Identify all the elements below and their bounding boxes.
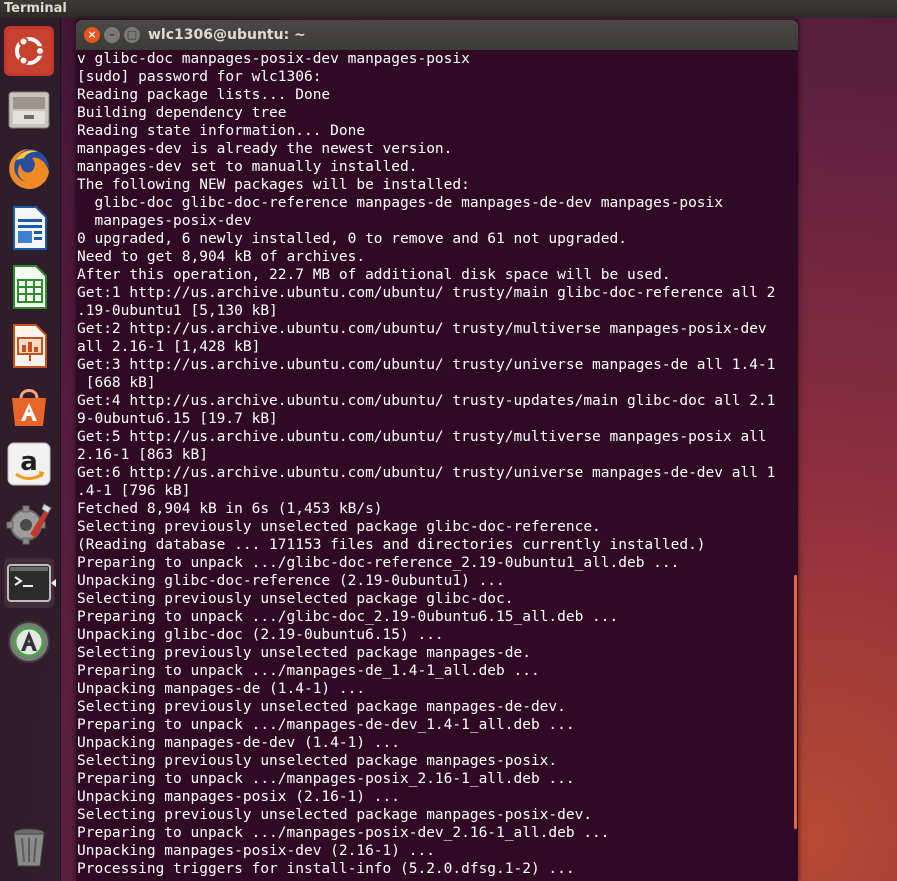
terminal-line: Preparing to unpack .../manpages-de_1.4-… bbox=[77, 663, 540, 679]
terminal-line: Preparing to unpack .../manpages-de-dev_… bbox=[77, 717, 575, 733]
files-icon bbox=[8, 91, 50, 129]
terminal-line: Get:4 http://us.archive.ubuntu.com/ubunt… bbox=[77, 393, 776, 409]
terminal-line: 9-0ubuntu6.15 [19.7 kB] bbox=[77, 411, 278, 427]
maximize-button[interactable]: □ bbox=[124, 27, 140, 43]
launcher-item-impress[interactable] bbox=[4, 321, 54, 371]
launcher-item-dash[interactable] bbox=[4, 26, 54, 76]
launcher-item-writer[interactable] bbox=[4, 203, 54, 253]
terminal-line: 2.16-1 [863 kB] bbox=[77, 447, 208, 463]
terminal-line: Preparing to unpack .../manpages-posix-d… bbox=[77, 825, 610, 841]
trash-icon bbox=[13, 828, 45, 867]
software-updater-icon bbox=[8, 621, 50, 663]
terminal-line: Selecting previously unselected package … bbox=[77, 807, 593, 823]
running-indicator bbox=[51, 579, 56, 587]
terminal-line: Preparing to unpack .../glibc-doc_2.19-0… bbox=[77, 609, 619, 625]
terminal-line: Unpacking manpages-de (1.4-1) ... bbox=[77, 681, 366, 697]
terminal-scrollbar[interactable] bbox=[794, 575, 797, 829]
terminal-line: Reading state information... Done bbox=[77, 123, 366, 139]
minimize-button[interactable]: – bbox=[104, 27, 120, 43]
terminal-line: manpages-posix-dev bbox=[77, 213, 252, 229]
launcher-item-trash[interactable] bbox=[4, 822, 54, 872]
terminal-line: Selecting previously unselected package … bbox=[77, 519, 601, 535]
terminal-line: Unpacking glibc-doc (2.19-0ubuntu6.15) .… bbox=[77, 627, 444, 643]
terminal-window[interactable]: × – □ wlc1306@ubuntu: ~ v glibc-doc manp… bbox=[76, 20, 798, 881]
close-button[interactable]: × bbox=[84, 27, 100, 43]
launcher-item-firefox[interactable] bbox=[4, 144, 54, 194]
terminal-line: manpages-dev set to manually installed. bbox=[77, 159, 418, 175]
terminal-line: Unpacking glibc-doc-reference (2.19-0ubu… bbox=[77, 573, 505, 589]
launcher-item-terminal[interactable] bbox=[4, 558, 56, 608]
terminal-line: Get:5 http://us.archive.ubuntu.com/ubunt… bbox=[77, 429, 767, 445]
terminal-line: Selecting previously unselected package … bbox=[77, 591, 514, 607]
terminal-line: Unpacking manpages-de-dev (1.4-1) ... bbox=[77, 735, 401, 751]
terminal-line: Preparing to unpack .../manpages-posix_2… bbox=[77, 771, 575, 787]
terminal-line: Selecting previously unselected package … bbox=[77, 645, 531, 661]
firefox-icon bbox=[9, 149, 49, 189]
terminal-line: manpages-dev is already the newest versi… bbox=[77, 141, 453, 157]
launcher-item-software-center[interactable] bbox=[4, 380, 54, 430]
terminal-line: [sudo] password for wlc1306: bbox=[77, 69, 322, 85]
terminal-line: Need to get 8,904 kB of archives. bbox=[77, 249, 366, 265]
terminal-line: glibc-doc glibc-doc-reference manpages-d… bbox=[77, 195, 724, 211]
terminal-line: all 2.16-1 [1,428 kB] bbox=[77, 339, 261, 355]
system-settings-icon bbox=[6, 503, 52, 545]
launcher-item-calc[interactable] bbox=[4, 262, 54, 312]
terminal-line: Reading package lists... Done bbox=[77, 87, 331, 103]
terminal-line: The following NEW packages will be insta… bbox=[77, 177, 470, 193]
top-panel: Terminal bbox=[0, 0, 897, 18]
launcher-item-software-updater[interactable] bbox=[4, 617, 54, 667]
svg-text:a: a bbox=[20, 447, 38, 477]
libreoffice-calc-icon bbox=[13, 265, 47, 309]
active-app-title: Terminal bbox=[4, 1, 67, 16]
terminal-line: Get:6 http://us.archive.ubuntu.com/ubunt… bbox=[77, 465, 776, 481]
window-title: wlc1306@ubuntu: ~ bbox=[148, 27, 306, 43]
terminal-line: Building dependency tree bbox=[77, 105, 287, 121]
terminal-line: [668 kB] bbox=[77, 375, 156, 391]
libreoffice-impress-icon bbox=[13, 324, 47, 368]
launcher: a bbox=[0, 18, 61, 881]
terminal-line: v glibc-doc manpages-posix-dev manpages-… bbox=[77, 51, 470, 67]
terminal-line: .19-0ubuntu1 [5,130 kB] bbox=[77, 303, 278, 319]
terminal-line: After this operation, 22.7 MB of additio… bbox=[77, 267, 671, 283]
terminal-output[interactable]: v glibc-doc manpages-posix-dev manpages-… bbox=[76, 50, 799, 881]
ubuntu-dash-icon bbox=[7, 29, 51, 73]
terminal-line: Unpacking manpages-posix (2.16-1) ... bbox=[77, 789, 401, 805]
terminal-line: Get:3 http://us.archive.ubuntu.com/ubunt… bbox=[77, 357, 776, 373]
launcher-item-amazon[interactable]: a bbox=[4, 439, 54, 489]
software-center-icon bbox=[12, 389, 46, 426]
terminal-line: Unpacking manpages-posix-dev (2.16-1) ..… bbox=[77, 843, 435, 859]
terminal-line: Selecting previously unselected package … bbox=[77, 699, 566, 715]
terminal-line: Preparing to unpack .../glibc-doc-refere… bbox=[77, 555, 680, 571]
terminal-line: .4-1 [796 kB] bbox=[77, 483, 191, 499]
launcher-item-files[interactable] bbox=[4, 85, 54, 135]
amazon-icon: a bbox=[7, 442, 51, 486]
terminal-line: Selecting previously unselected package … bbox=[77, 753, 558, 769]
terminal-icon bbox=[7, 564, 51, 602]
libreoffice-writer-icon bbox=[13, 206, 47, 250]
terminal-line: 0 upgraded, 6 newly installed, 0 to remo… bbox=[77, 231, 627, 247]
terminal-line: Fetched 8,904 kB in 6s (1,453 kB/s) bbox=[77, 501, 383, 517]
terminal-line: (Reading database ... 171153 files and d… bbox=[77, 537, 706, 553]
launcher-item-system-settings[interactable] bbox=[4, 498, 54, 548]
terminal-line: Get:2 http://us.archive.ubuntu.com/ubunt… bbox=[77, 321, 767, 337]
window-titlebar[interactable]: × – □ wlc1306@ubuntu: ~ bbox=[76, 20, 798, 50]
terminal-line: Processing triggers for install-info (5.… bbox=[77, 861, 575, 877]
terminal-line: Get:1 http://us.archive.ubuntu.com/ubunt… bbox=[77, 285, 776, 301]
